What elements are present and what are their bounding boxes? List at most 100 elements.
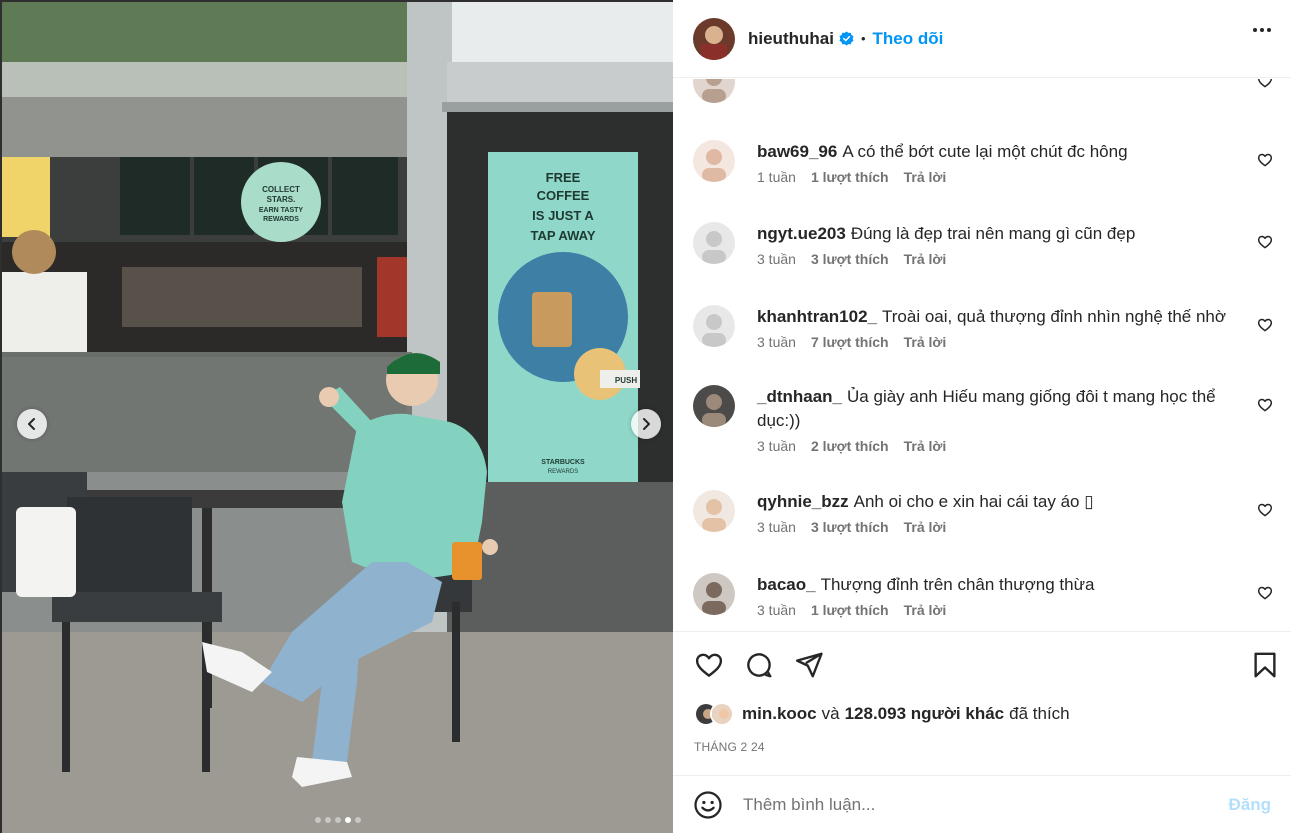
comment-text: ngyt.ue203 Đúng là đẹp trai nên mang gì c… xyxy=(757,222,1233,246)
likes-connector: và xyxy=(821,704,840,723)
reply-button[interactable]: Trả lời xyxy=(904,438,947,454)
post-side-panel: hieuthuhai • Theo dõi 3 tuần Trả lời baw69… xyxy=(673,0,1291,833)
collect-line-2: STARS. xyxy=(267,195,296,204)
commenter-avatar[interactable] xyxy=(693,385,735,427)
reply-button[interactable]: Trả lời xyxy=(904,334,947,350)
sign-line-3: IS JUST A xyxy=(532,208,594,223)
comment-meta: 1 tuần 1 lượt thích Trả lời xyxy=(757,169,1233,185)
author-avatar[interactable] xyxy=(693,17,735,60)
heart-icon xyxy=(1257,153,1273,167)
heart-icon xyxy=(1257,398,1273,412)
comment-likes[interactable]: 3 lượt thích xyxy=(811,519,889,535)
comment-likes[interactable]: 7 lượt thích xyxy=(811,334,889,350)
heart-icon xyxy=(1257,79,1273,88)
post-comment-button[interactable]: Đăng xyxy=(1229,795,1272,815)
comments-list: 3 tuần Trả lời baw69_96 A có thể bớt cute l… xyxy=(673,79,1291,631)
comment-icon xyxy=(747,653,772,678)
comment-like-button[interactable] xyxy=(1257,502,1273,518)
sign-line-1: FREE xyxy=(546,170,581,185)
reply-button[interactable]: Trả lời xyxy=(904,602,947,618)
comment-likes[interactable]: 1 lượt thích xyxy=(811,169,889,185)
comment-like-button[interactable] xyxy=(1257,397,1273,413)
commenter-username[interactable]: baw69_96 xyxy=(757,142,837,161)
comment-meta: 3 tuần 3 lượt thích Trả lời xyxy=(757,251,1233,267)
comment-text: bacao_ Thượng đỉnh trên chân thượng thừa xyxy=(757,573,1233,597)
carousel-next-button[interactable] xyxy=(631,409,661,439)
liker-avatar xyxy=(710,702,734,726)
carousel-prev-button[interactable] xyxy=(17,409,47,439)
reply-button[interactable]: Trả lời xyxy=(904,519,947,535)
post-date: THÁNG 2 24 xyxy=(694,740,765,754)
sign-line-2: COFFEE xyxy=(537,188,590,203)
verified-badge-icon xyxy=(839,31,854,46)
comment-like-button[interactable] xyxy=(1257,152,1273,168)
reply-button[interactable]: Trả lời xyxy=(904,169,947,185)
likes-summary: min.kooc và 128.093 người khác đã thích xyxy=(694,702,1070,726)
comment-time: 3 tuần xyxy=(757,438,796,454)
heart-icon xyxy=(1257,318,1273,332)
commenter-username[interactable]: _dtnhaan_ xyxy=(757,387,842,406)
more-options-button[interactable] xyxy=(1253,28,1271,32)
commenter-username[interactable]: khanhtran102_ xyxy=(757,307,877,326)
comment-text: khanhtran102_ Troài oai, quả thượng đỉnh … xyxy=(757,305,1233,329)
liker-avatars xyxy=(694,702,734,726)
author-username[interactable]: hieuthuhai xyxy=(748,29,834,49)
commenter-avatar[interactable] xyxy=(693,305,735,347)
comment-content: Đúng là đẹp trai nên mang gì cũn đẹp xyxy=(850,224,1136,243)
commenter-username[interactable]: qyhnie_bzz xyxy=(757,492,849,511)
comment-like-button[interactable] xyxy=(1257,234,1273,250)
carousel-dot xyxy=(344,817,351,823)
comment-time: 1 tuần xyxy=(757,169,796,185)
comment-like-button[interactable] xyxy=(1257,585,1273,601)
save-button[interactable] xyxy=(1250,650,1280,680)
follow-button[interactable]: Theo dõi xyxy=(873,29,944,49)
likes-suffix: đã thích xyxy=(1009,704,1070,723)
liker-username[interactable]: min.kooc xyxy=(742,704,817,724)
post-photo: COLLECT STARS. EARN TASTY REWARDS FREE C… xyxy=(0,0,673,833)
chevron-left-icon xyxy=(28,418,35,430)
emoji-button[interactable] xyxy=(693,790,723,820)
photo-scene: COLLECT STARS. EARN TASTY REWARDS FREE C… xyxy=(2,2,673,833)
comment-text: qyhnie_bzz Anh oi cho e xin hai cái tay á… xyxy=(757,490,1233,514)
comment-like-button[interactable] xyxy=(1257,317,1273,333)
carousel-dots xyxy=(2,817,673,823)
comment-input[interactable] xyxy=(743,794,1229,815)
comment-meta: 3 tuần 2 lượt thích Trả lời xyxy=(757,438,1233,454)
carousel-dot xyxy=(354,817,361,823)
collect-line-1: COLLECT xyxy=(262,185,300,194)
commenter-username[interactable]: ngyt.ue203 xyxy=(757,224,846,243)
share-button[interactable] xyxy=(794,650,824,680)
commenter-username[interactable]: bacao_ xyxy=(757,575,816,594)
commenter-avatar[interactable] xyxy=(693,79,735,103)
commenter-avatar[interactable] xyxy=(693,222,735,264)
comment-like-button[interactable] xyxy=(1257,79,1273,89)
comment-content: Troài oai, quả thượng đỉnh nhìn nghệ thế… xyxy=(882,307,1227,326)
sign-brand: STARBUCKS xyxy=(541,459,585,466)
smile-icon xyxy=(694,790,722,819)
comment-time: 3 tuần xyxy=(757,519,796,535)
post-header: hieuthuhai • Theo dõi xyxy=(673,0,1291,78)
header-separator: • xyxy=(860,31,866,46)
heart-icon xyxy=(1257,586,1273,600)
comment-meta: 3 tuần 7 lượt thích Trả lời xyxy=(757,334,1233,350)
likes-others-link[interactable]: 128.093 người khác xyxy=(845,704,1005,724)
comment-likes[interactable]: 1 lượt thích xyxy=(811,602,889,618)
reply-button[interactable]: Trả lời xyxy=(904,251,947,267)
collect-line-3: EARN TASTY xyxy=(259,207,304,214)
carousel-dot xyxy=(314,817,321,823)
comment-likes[interactable]: 2 lượt thích xyxy=(811,438,889,454)
commenter-avatar[interactable] xyxy=(693,140,735,182)
commenter-avatar[interactable] xyxy=(693,490,735,532)
more-horizontal-icon xyxy=(1253,28,1257,32)
comment-content: A có thể bớt cute lại một chút đc hông xyxy=(842,142,1128,161)
comment-content: Thượng đỉnh trên chân thượng thừa xyxy=(820,575,1095,594)
comment-time: 3 tuần xyxy=(757,334,796,350)
send-icon xyxy=(795,652,823,678)
comment-meta: 3 tuần 1 lượt thích Trả lời xyxy=(757,602,1233,618)
like-button[interactable] xyxy=(694,650,724,680)
commenter-avatar[interactable] xyxy=(693,573,735,615)
heart-icon xyxy=(695,653,723,677)
comment-likes[interactable]: 3 lượt thích xyxy=(811,251,889,267)
comment-button[interactable] xyxy=(744,650,774,680)
collect-line-4: REWARDS xyxy=(263,216,299,223)
